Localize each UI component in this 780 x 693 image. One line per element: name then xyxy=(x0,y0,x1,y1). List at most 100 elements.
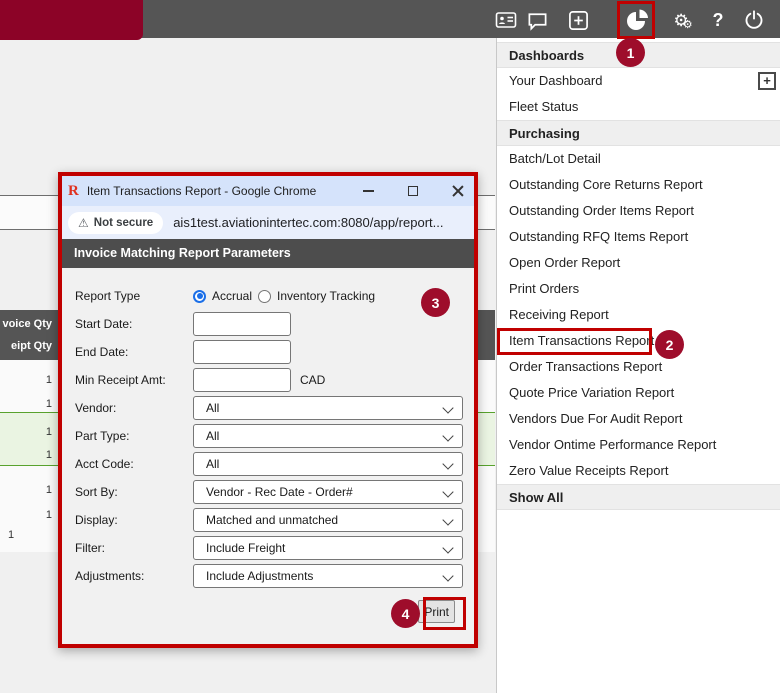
table-cell-qty: 1 xyxy=(0,509,52,521)
sidebar-item-your-dashboard[interactable]: Your Dashboard + xyxy=(497,68,780,94)
chevron-down-icon xyxy=(442,542,453,553)
address-bar[interactable]: ⚠ Not secure ais1test.aviationintertec.c… xyxy=(62,206,474,239)
add-window-icon[interactable] xyxy=(565,7,591,33)
sidebar-item-vendors-due-for-audit-report[interactable]: Vendors Due For Audit Report xyxy=(497,406,780,432)
sidebar-item-outstanding-order-items-report[interactable]: Outstanding Order Items Report xyxy=(497,198,780,224)
table-footer-value: 1 xyxy=(8,529,14,541)
display-select[interactable]: Matched and unmatched xyxy=(193,508,463,532)
start-date-label: Start Date: xyxy=(75,317,193,331)
minimize-icon[interactable] xyxy=(363,190,374,192)
selected-value: All xyxy=(206,401,219,415)
label: Vendor Ontime Performance Report xyxy=(509,437,716,452)
label: Purchasing xyxy=(509,126,580,141)
chat-icon[interactable] xyxy=(524,7,550,33)
adjustments-select[interactable]: Include Adjustments xyxy=(193,564,463,588)
start-date-input[interactable] xyxy=(193,312,291,336)
chevron-down-icon xyxy=(442,430,453,441)
annotation-step-3: 3 xyxy=(421,288,450,317)
url-text: ais1test.aviationintertec.com:8080/app/r… xyxy=(173,215,443,230)
adjustments-label: Adjustments: xyxy=(75,569,193,583)
table-cell-qty: 1 xyxy=(0,484,52,496)
warning-icon: ⚠ xyxy=(78,216,89,230)
sidebar-item-outstanding-core-returns-report[interactable]: Outstanding Core Returns Report xyxy=(497,172,780,198)
acct-code-label: Acct Code: xyxy=(75,457,193,471)
min-receipt-amt-input[interactable] xyxy=(193,368,291,392)
inventory-tracking-radio-label: Inventory Tracking xyxy=(277,289,375,303)
settings-gears-icon[interactable]: ⚙⚙ xyxy=(668,7,698,33)
field-row-part-type: Part Type:All xyxy=(75,422,465,450)
field-row-sort-by: Sort By:Vendor - Rec Date - Order# xyxy=(75,478,465,506)
selected-value: Include Adjustments xyxy=(206,569,313,583)
filter-label: Filter: xyxy=(75,541,193,555)
filter-select[interactable]: Include Freight xyxy=(193,536,463,560)
label: Open Order Report xyxy=(509,255,620,270)
sidebar-item-open-order-report[interactable]: Open Order Report xyxy=(497,250,780,276)
chevron-down-icon xyxy=(442,514,453,525)
power-icon[interactable] xyxy=(741,7,767,33)
brand-logo-block[interactable] xyxy=(0,0,143,40)
label: Order Transactions Report xyxy=(509,359,662,374)
chevron-down-icon xyxy=(442,458,453,469)
sort-by-select[interactable]: Vendor - Rec Date - Order# xyxy=(193,480,463,504)
table-cell-qty: 1 xyxy=(0,374,52,386)
close-icon[interactable] xyxy=(452,185,464,197)
label: Outstanding Core Returns Report xyxy=(509,177,703,192)
annotation-step-1: 1 xyxy=(616,38,645,67)
field-row-display: Display:Matched and unmatched xyxy=(75,506,465,534)
top-bar: ⚙⚙ ? xyxy=(0,0,780,38)
field-row-vendor: Vendor: All xyxy=(75,394,465,422)
window-title-bar: R Item Transactions Report - Google Chro… xyxy=(62,176,474,206)
table-cell-qty: 1 xyxy=(0,426,52,438)
sidebar-item-print-orders[interactable]: Print Orders xyxy=(497,276,780,302)
selected-value: Matched and unmatched xyxy=(206,513,338,527)
selected-value: Include Freight xyxy=(206,541,285,555)
field-row-end-date: End Date: xyxy=(75,338,465,366)
accrual-radio-label: Accrual xyxy=(212,289,252,303)
label: Your Dashboard xyxy=(509,73,602,88)
security-chip[interactable]: ⚠ Not secure xyxy=(68,212,163,234)
sidebar-item-receiving-report[interactable]: Receiving Report xyxy=(497,302,780,328)
selected-value: All xyxy=(206,457,219,471)
chevron-down-icon xyxy=(442,486,453,497)
label: Outstanding RFQ Items Report xyxy=(509,229,688,244)
add-dashboard-button[interactable]: + xyxy=(758,72,776,90)
label: Show All xyxy=(509,490,563,505)
accrual-radio[interactable] xyxy=(193,290,206,303)
label: Batch/Lot Detail xyxy=(509,151,601,166)
security-label: Not secure xyxy=(94,217,153,229)
field-row-start-date: Start Date: xyxy=(75,310,465,338)
label: Vendors Due For Audit Report xyxy=(509,411,682,426)
part-type-select[interactable]: All xyxy=(193,424,463,448)
column-header-receipt-qty: eipt Qty xyxy=(0,340,52,352)
sidebar-item-outstanding-rfq-items-report[interactable]: Outstanding RFQ Items Report xyxy=(497,224,780,250)
label: Receiving Report xyxy=(509,307,609,322)
acct-code-select[interactable]: All xyxy=(193,452,463,476)
label: Fleet Status xyxy=(509,99,578,114)
field-row-filter: Filter: Include Freight xyxy=(75,534,465,562)
annotation-box-item-transactions xyxy=(497,328,652,355)
raas-logo-icon: R xyxy=(68,183,79,200)
sidebar-item-fleet-status[interactable]: Fleet Status xyxy=(497,94,780,120)
currency-label: CAD xyxy=(300,373,325,387)
label: Outstanding Order Items Report xyxy=(509,203,694,218)
report-form: Report Type Accrual Inventory Tracking S… xyxy=(62,268,474,623)
end-date-input[interactable] xyxy=(193,340,291,364)
sidebar-section-show-all: Show All xyxy=(497,484,780,510)
end-date-label: End Date: xyxy=(75,345,193,359)
sidebar-item-zero-value-receipts-report[interactable]: Zero Value Receipts Report xyxy=(497,458,780,484)
sort-by-label: Sort By: xyxy=(75,485,193,499)
screen: voice Qty eipt Qty 1111111 xyxy=(0,0,780,693)
table-cell-qty: 1 xyxy=(0,398,52,410)
annotation-step-2: 2 xyxy=(655,330,684,359)
help-icon[interactable]: ? xyxy=(705,7,731,33)
sidebar-item-order-transactions-report[interactable]: Order Transactions Report xyxy=(497,354,780,380)
inventory-tracking-radio[interactable] xyxy=(258,290,271,303)
sidebar-item-quote-price-variation-report[interactable]: Quote Price Variation Report xyxy=(497,380,780,406)
contact-card-icon[interactable] xyxy=(493,7,519,33)
vendor-label: Vendor: xyxy=(75,401,193,415)
sidebar-item-vendor-ontime-performance-report[interactable]: Vendor Ontime Performance Report xyxy=(497,432,780,458)
vendor-select[interactable]: All xyxy=(193,396,463,420)
sidebar-item-batch-lot-detail[interactable]: Batch/Lot Detail xyxy=(497,146,780,172)
selected-value: All xyxy=(206,429,219,443)
maximize-icon[interactable] xyxy=(408,186,418,196)
